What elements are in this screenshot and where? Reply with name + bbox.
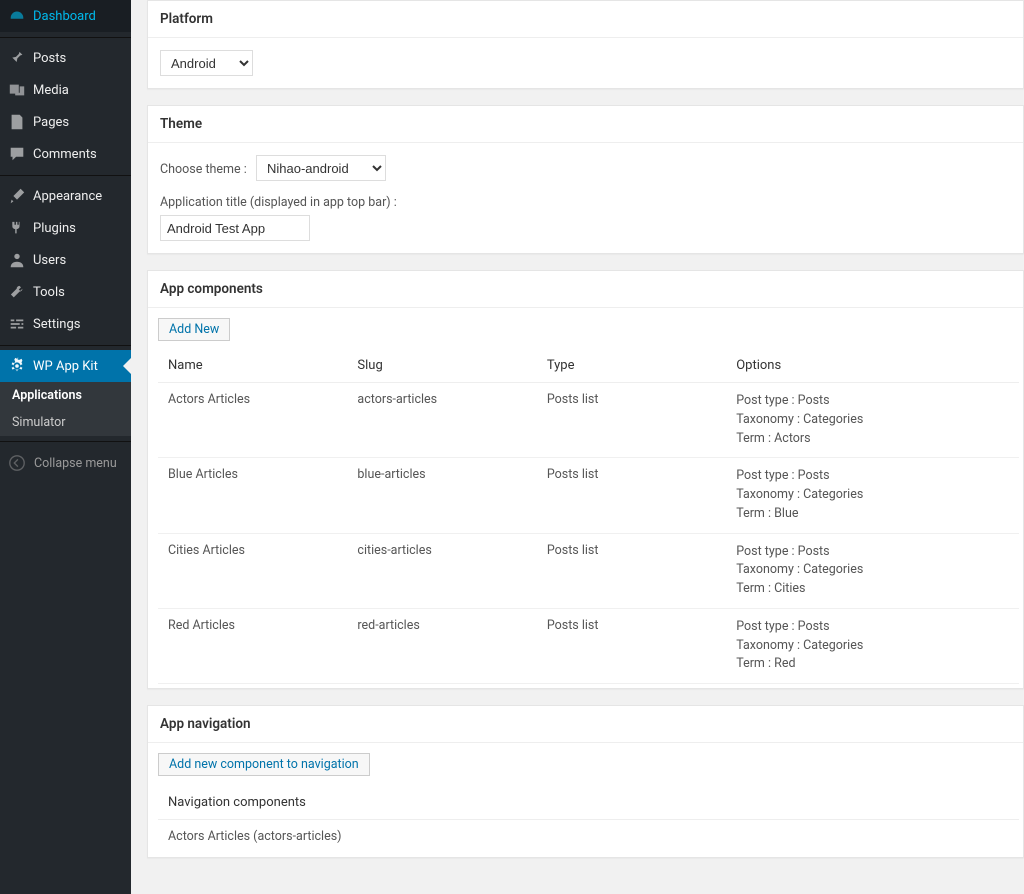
sidebar-item-pages[interactable]: Pages — [0, 106, 131, 138]
sidebar-item-tools[interactable]: Tools — [0, 276, 131, 308]
table-row[interactable]: Blue Articles blue-articles Posts list P… — [158, 458, 1019, 533]
components-table: Name Slug Type Options Actors Articles a… — [158, 349, 1019, 684]
col-type: Type — [537, 349, 726, 383]
platform-select[interactable]: Android — [160, 50, 253, 76]
sidebar-item-settings[interactable]: Settings — [0, 308, 131, 340]
collapse-icon — [8, 454, 26, 472]
sidebar-sub-simulator[interactable]: Simulator — [0, 409, 131, 436]
app-title-input[interactable] — [160, 215, 310, 241]
theme-title: Theme — [148, 106, 1023, 143]
wrench-icon — [8, 283, 26, 301]
sliders-icon — [8, 315, 26, 333]
sidebar-submenu: Applications Simulator — [0, 382, 131, 436]
sidebar-label: Comments — [33, 147, 97, 162]
table-row[interactable]: Actors Articles actors-articles Posts li… — [158, 383, 1019, 458]
dashboard-icon — [8, 7, 26, 25]
sidebar-label: Users — [33, 253, 66, 268]
theme-panel: Theme Choose theme : Nihao-android Appli… — [147, 105, 1024, 254]
main-content: Platform Android Theme Choose theme : Ni… — [131, 0, 1024, 894]
platform-panel: Platform Android — [147, 0, 1024, 89]
add-new-component-button[interactable]: Add New — [158, 318, 230, 341]
sidebar-item-plugins[interactable]: Plugins — [0, 212, 131, 244]
sidebar-item-wp-app-kit[interactable]: WP App Kit — [0, 350, 131, 382]
navigation-panel: App navigation Add new component to navi… — [147, 705, 1024, 858]
sidebar-item-users[interactable]: Users — [0, 244, 131, 276]
gear-icon — [8, 357, 26, 375]
sidebar-label: Plugins — [33, 221, 76, 236]
components-title: App components — [148, 271, 1023, 308]
sidebar-label: Appearance — [33, 189, 102, 204]
admin-sidebar: Dashboard Posts Media Pages Comments App… — [0, 0, 131, 894]
sidebar-label: Settings — [33, 317, 80, 332]
sidebar-item-comments[interactable]: Comments — [0, 138, 131, 170]
platform-title: Platform — [148, 1, 1023, 38]
sidebar-item-appearance[interactable]: Appearance — [0, 180, 131, 212]
sidebar-item-posts[interactable]: Posts — [0, 42, 131, 74]
sidebar-item-dashboard[interactable]: Dashboard — [0, 0, 131, 32]
choose-theme-label: Choose theme : — [160, 162, 247, 177]
pages-icon — [8, 113, 26, 131]
components-panel: App components Add New Name Slug Type Op… — [147, 270, 1024, 689]
nav-item[interactable]: Actors Articles (actors-articles) — [158, 820, 1019, 853]
col-slug: Slug — [347, 349, 536, 383]
comments-icon — [8, 145, 26, 163]
col-options: Options — [726, 349, 1019, 383]
add-nav-component-button[interactable]: Add new component to navigation — [158, 753, 370, 776]
table-row[interactable]: Red Articles red-articles Posts list Pos… — [158, 608, 1019, 683]
collapse-label: Collapse menu — [34, 456, 117, 471]
sidebar-label: Tools — [33, 285, 65, 300]
theme-select[interactable]: Nihao-android — [256, 155, 386, 181]
brush-icon — [8, 187, 26, 205]
sidebar-label: Media — [33, 83, 69, 98]
sidebar-sub-applications[interactable]: Applications — [0, 382, 131, 409]
navigation-title: App navigation — [148, 706, 1023, 743]
sidebar-item-media[interactable]: Media — [0, 74, 131, 106]
nav-components-header: Navigation components — [158, 786, 1019, 820]
table-row[interactable]: Cities Articles cities-articles Posts li… — [158, 533, 1019, 608]
sidebar-label: Posts — [33, 51, 66, 66]
pin-icon — [8, 49, 26, 67]
user-icon — [8, 251, 26, 269]
plug-icon — [8, 219, 26, 237]
media-icon — [8, 81, 26, 99]
sidebar-label: WP App Kit — [33, 359, 98, 374]
col-name: Name — [158, 349, 347, 383]
app-title-label: Application title (displayed in app top … — [160, 195, 1011, 210]
sidebar-label: Dashboard — [33, 9, 96, 24]
collapse-menu[interactable]: Collapse menu — [0, 446, 131, 480]
sidebar-label: Pages — [33, 115, 69, 130]
